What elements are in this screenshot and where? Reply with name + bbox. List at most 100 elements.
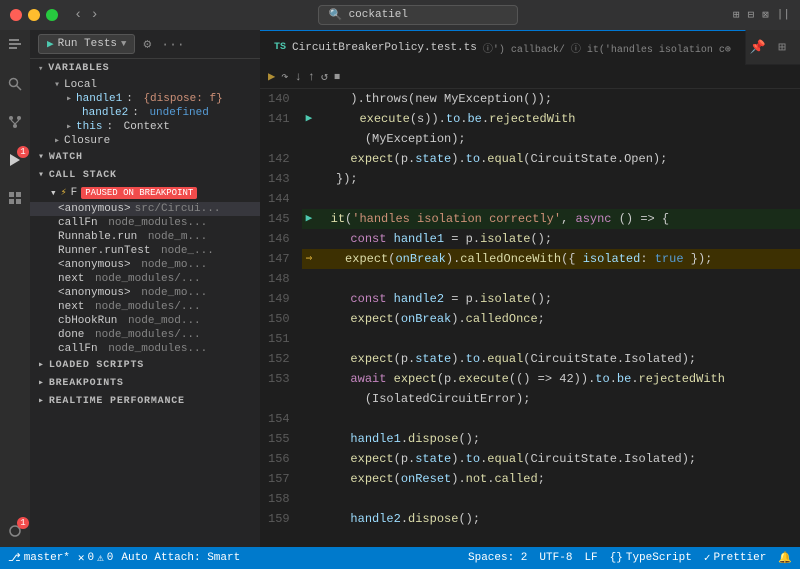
more-icon[interactable]: ··· [159, 35, 186, 54]
callstack-frame-5[interactable]: next node_modules/... [30, 272, 260, 286]
active-tab[interactable]: TS CircuitBreakerPolicy.test.ts ⓘ') call… [260, 30, 746, 65]
maximize-button[interactable] [46, 9, 58, 21]
callstack-section-header[interactable]: ▾ CALL STACK [30, 166, 260, 184]
closure-group[interactable]: ▸ Closure [30, 134, 260, 148]
more-actions-icon[interactable]: ··· [794, 38, 800, 57]
auto-attach-item[interactable]: Auto Attach: Smart [121, 552, 240, 564]
layout-icon2[interactable]: ⊠ [762, 8, 769, 22]
code-token: . [610, 369, 617, 389]
extensions-activity-icon[interactable] [3, 186, 27, 210]
handle1-value: {dispose: f} [143, 93, 222, 105]
debug-mini-toolbar: ▶ ↷ ↓ ↑ ↺ ⏹ [260, 65, 800, 89]
search-activity-icon[interactable] [3, 72, 27, 96]
language-item[interactable]: {} TypeScript [610, 552, 692, 564]
debug-activity-icon[interactable]: 1 [3, 148, 27, 172]
loaded-scripts-chevron-icon: ▸ [38, 359, 45, 371]
local-group[interactable]: ▾ Local [30, 78, 260, 92]
line-ending-item[interactable]: LF [584, 552, 597, 564]
callstack-frame-9[interactable]: done node_modules/... [30, 328, 260, 342]
paused-badge: PAUSED ON BREAKPOINT [81, 187, 197, 199]
code-token: expect [322, 309, 394, 329]
var-this[interactable]: ▸ this : Context [30, 120, 260, 134]
code-token: dispose [408, 429, 458, 449]
code-line-146: const handle1 = p.isolate(); [302, 229, 800, 249]
code-token: (s)). [410, 109, 446, 129]
git-branch-label: master* [24, 552, 70, 564]
frame-8-path: node_mod... [121, 315, 200, 327]
callstack-frame-3[interactable]: Runner.runTest node_... [30, 244, 260, 258]
thread-chevron-icon: ▾ [50, 186, 57, 200]
errors-item[interactable]: ✕ 0 ⚠ 0 [78, 551, 113, 565]
tab-actions: 📌 ⊞ ··· [746, 38, 800, 57]
stop-debug-button[interactable]: ⏹ [334, 70, 340, 84]
callstack-frame-6[interactable]: <anonymous> node_mo... [30, 286, 260, 300]
spaces-item[interactable]: Spaces: 2 [468, 552, 527, 564]
restart-debug-button[interactable]: ↺ [321, 69, 328, 84]
continue-button[interactable]: ▶ [268, 69, 275, 84]
panel-icon[interactable]: || [777, 9, 790, 21]
callstack-frame-0[interactable]: <anonymous> src/Circui... [30, 202, 260, 216]
breakpoints-header[interactable]: ▸ BREAKPOINTS [30, 374, 260, 392]
variables-section-header[interactable]: ▾ VARIABLES [30, 59, 260, 78]
nav-forward-button[interactable]: › [86, 5, 102, 25]
code-token: onBreak [401, 309, 451, 329]
code-token: expect [316, 249, 388, 269]
search-bar[interactable]: 🔍 cockatiel [318, 5, 518, 25]
var-handle1[interactable]: ▸ handle1 : {dispose: f} [30, 92, 260, 106]
minimize-button[interactable] [28, 9, 40, 21]
play-icon: ▶ [47, 37, 54, 51]
callstack-frame-7[interactable]: next node_modules/... [30, 300, 260, 314]
code-token: expect [322, 349, 394, 369]
line-numbers: 1401411421431441451461471481491501511521… [260, 89, 302, 547]
step-into-button[interactable]: ↓ [294, 70, 301, 84]
code-token: to [466, 149, 480, 169]
encoding-item[interactable]: UTF-8 [539, 552, 572, 564]
layout-icon[interactable]: ⊞ [733, 8, 740, 22]
code-token: equal [487, 349, 523, 369]
nav-back-button[interactable]: ‹ [70, 5, 86, 25]
scm-activity-icon[interactable] [3, 110, 27, 134]
code-token: . [480, 349, 487, 369]
split-icon[interactable]: ⊟ [748, 8, 755, 22]
callstack-frame-4[interactable]: <anonymous> node_mo... [30, 258, 260, 272]
handle1-colon: : [126, 93, 139, 105]
formatter-item[interactable]: ✓ Prettier [704, 551, 766, 565]
closure-label: Closure [64, 135, 110, 147]
code-token: . [401, 509, 408, 529]
code-token: : [640, 249, 654, 269]
notifications-item[interactable]: 🔔 [778, 551, 792, 565]
frame-2-path: node_m... [141, 231, 207, 243]
step-out-button[interactable]: ↑ [308, 70, 315, 84]
callstack-label: CALL STACK [49, 170, 117, 181]
callstack-frame-10[interactable]: callFn node_modules... [30, 342, 260, 356]
loaded-scripts-header[interactable]: ▸ LOADED SCRIPTS [30, 356, 260, 374]
code-line-cont: (IsolatedCircuitError); [302, 389, 800, 409]
watch-section-header[interactable]: ▾ WATCH [30, 148, 260, 166]
split-editor-icon[interactable]: ⊞ [774, 38, 790, 57]
code-token: expect [322, 149, 394, 169]
code-line-144 [302, 189, 800, 209]
var-handle2[interactable]: handle2 : undefined [30, 106, 260, 120]
code-token: const [322, 229, 387, 249]
code-token: async [576, 209, 612, 229]
run-tests-button[interactable]: ▶ Run Tests ▼ [38, 34, 135, 54]
callstack-frame-8[interactable]: cbHookRun node_mod... [30, 314, 260, 328]
code-line-150: expect(onBreak).calledOnce; [302, 309, 800, 329]
callstack-thread[interactable]: ▾ ⚡ F PAUSED ON BREAKPOINT [30, 184, 260, 202]
pin-icon[interactable]: 📌 [746, 38, 770, 57]
remote-activity-icon[interactable]: 1 [3, 519, 27, 543]
code-editor[interactable]: 1401411421431441451461471481491501511521… [260, 89, 800, 547]
code-token: state [415, 149, 451, 169]
git-branch-item[interactable]: ⎇ master* [8, 551, 70, 565]
realtime-performance-header[interactable]: ▸ REALTIME PERFORMANCE [30, 392, 260, 410]
step-over-button[interactable]: ↷ [281, 69, 288, 84]
close-button[interactable] [10, 9, 22, 21]
title-bar-right: ⊞ ⊟ ⊠ || [733, 8, 790, 22]
settings-icon[interactable]: ⚙ [141, 35, 153, 54]
code-token: = p. [444, 229, 480, 249]
code-line-153: await expect(p.execute(() => 42)).to.be.… [302, 369, 800, 389]
callstack-frame-2[interactable]: Runnable.run node_m... [30, 230, 260, 244]
callstack-frame-1[interactable]: callFn node_modules... [30, 216, 260, 230]
code-token: handle2 [322, 509, 401, 529]
explorer-activity-icon[interactable] [3, 34, 27, 58]
